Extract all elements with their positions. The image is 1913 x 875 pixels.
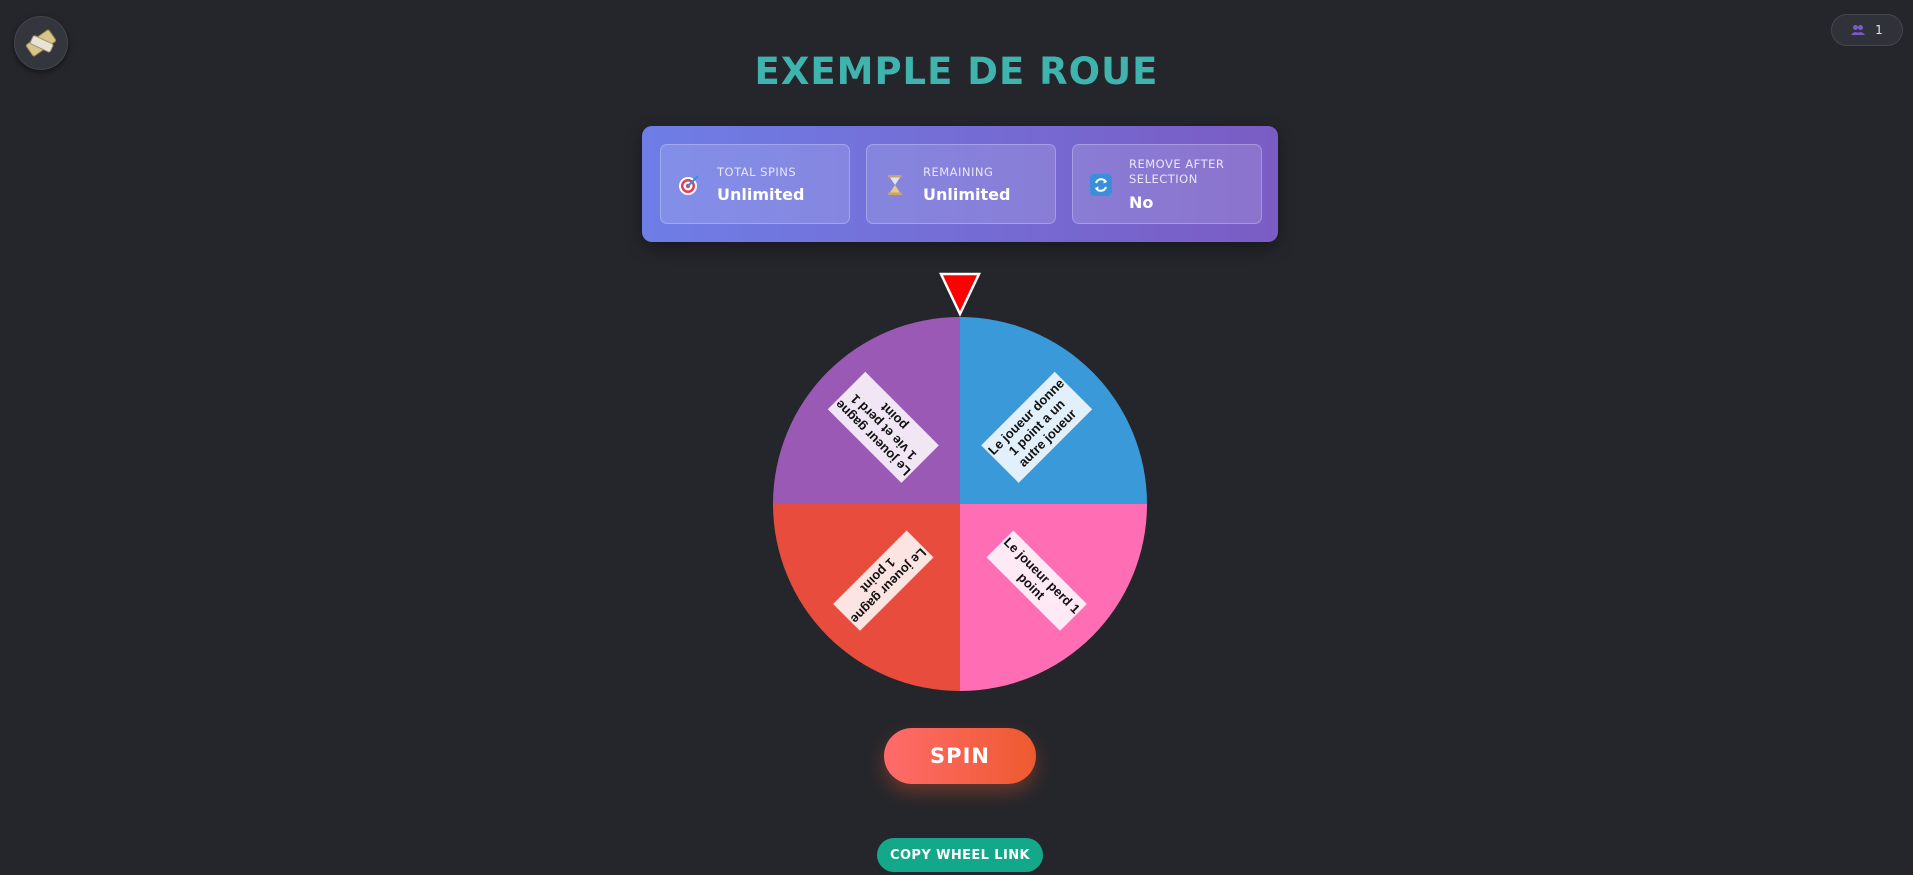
page-title: EXEMPLE DE ROUE xyxy=(754,50,1159,93)
spin-button[interactable]: SPIN xyxy=(884,728,1036,784)
stat-label: REMOVE AFTER SELECTION xyxy=(1129,157,1225,186)
refresh-icon xyxy=(1090,174,1112,196)
stat-value: Unlimited xyxy=(923,185,1011,204)
stat-card-remove-after-selection: REMOVE AFTER SELECTION No xyxy=(1072,144,1262,224)
stat-card-remaining: REMAINING Unlimited xyxy=(866,144,1056,224)
users-count: 1 xyxy=(1875,23,1883,37)
wheel-pointer-icon xyxy=(939,272,981,317)
stats-panel: TOTAL SPINS Unlimited REMAINING Unlimite… xyxy=(642,126,1278,242)
hourglass-icon xyxy=(888,175,902,195)
stat-label: REMAINING xyxy=(923,165,994,179)
stat-value: Unlimited xyxy=(717,185,805,204)
users-icon xyxy=(1851,25,1866,35)
stat-label: TOTAL SPINS xyxy=(717,165,797,179)
copy-wheel-link-button[interactable]: COPY WHEEL LINK xyxy=(877,838,1043,872)
wheel[interactable]: Le joueur donne1 point a unautre joueur L… xyxy=(770,268,1150,698)
wheel-graphic: Le joueur donne1 point a unautre joueurL… xyxy=(773,272,1147,691)
users-count-badge[interactable]: 1 xyxy=(1831,14,1903,46)
target-icon xyxy=(679,175,699,195)
stat-card-total-spins: TOTAL SPINS Unlimited xyxy=(660,144,850,224)
stat-value: No xyxy=(1129,193,1154,212)
